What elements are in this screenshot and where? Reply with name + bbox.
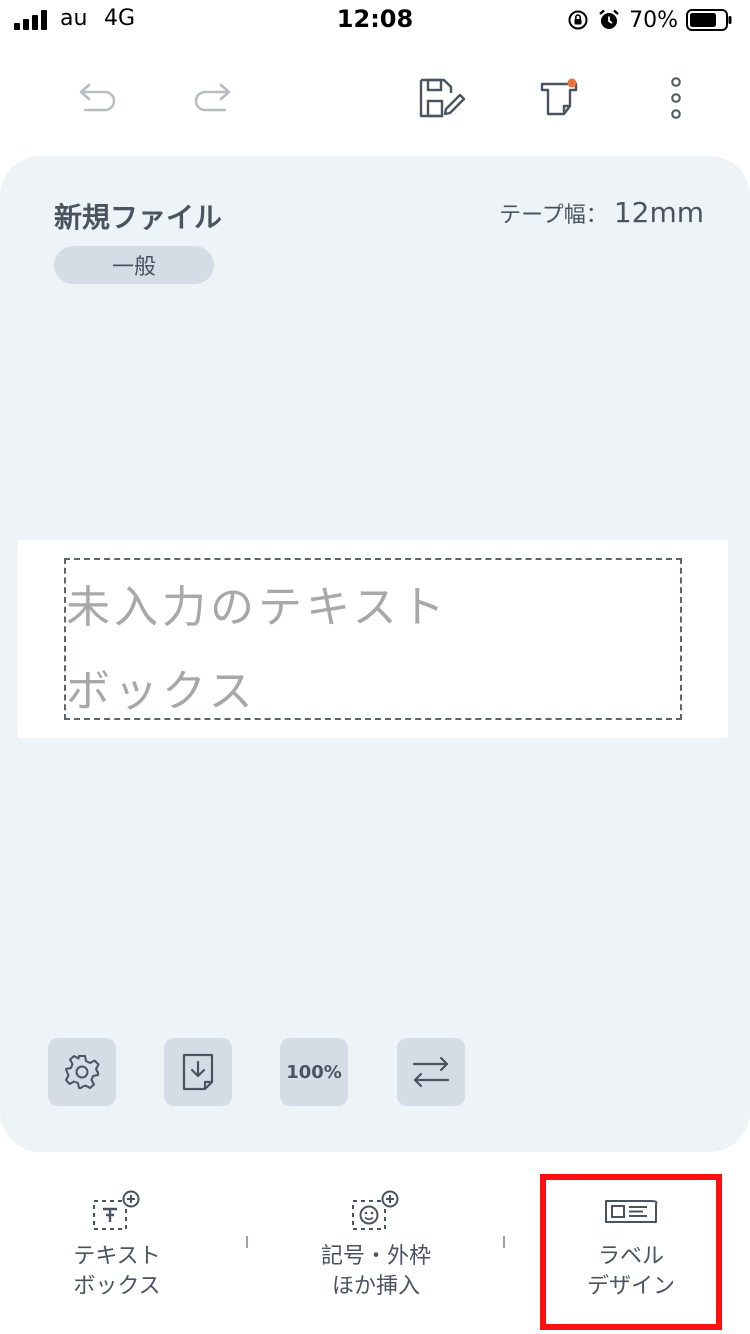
tape-width: テープ幅： 12mm: [499, 196, 704, 229]
status-right: 70%: [567, 6, 732, 34]
redo-button[interactable]: [186, 74, 238, 122]
battery-icon: [686, 9, 732, 31]
insert-symbol-tab[interactable]: 記号・外枠 ほか挿入: [296, 1188, 456, 1318]
more-menu-button[interactable]: [650, 74, 702, 122]
rotation-lock-icon: [568, 10, 588, 30]
settings-button[interactable]: [48, 1038, 116, 1106]
swap-direction-button[interactable]: [397, 1038, 465, 1106]
undo-icon: [79, 83, 116, 112]
insert-text-box-tab[interactable]: テキスト ボックス: [46, 1188, 188, 1318]
print-icon: [540, 78, 578, 116]
label-canvas: 新規ファイル テープ幅： 12mm 一般 未入力のテキストボックス 100%: [0, 156, 750, 1152]
tape-width-value: 12mm: [613, 196, 704, 229]
add-symbol-icon: [352, 1190, 399, 1230]
battery-percentage: 70%: [629, 7, 678, 33]
file-name: 新規ファイル: [54, 201, 223, 234]
text-box-placeholder: 未入力のテキストボックス: [66, 582, 449, 717]
import-document-icon: [182, 1053, 214, 1091]
settings-gear-icon: [65, 1055, 100, 1089]
tab-divider: [246, 1236, 248, 1248]
text-box-object[interactable]: 未入力のテキストボックス: [64, 558, 682, 720]
tape-preview: 未入力のテキストボックス: [18, 540, 728, 738]
status-bar: au 4G 12:08 70%: [0, 0, 750, 40]
insert-symbol-label: 記号・外枠 ほか挿入: [320, 1244, 431, 1299]
zoom-button[interactable]: 100%: [280, 1038, 348, 1106]
tab-divider: [503, 1236, 505, 1248]
save-edit-icon: [419, 78, 466, 118]
more-vertical-icon: [671, 77, 681, 119]
swap-direction-icon: [412, 1056, 450, 1088]
zoom-level-icon: 100%: [286, 1061, 342, 1083]
print-button[interactable]: [534, 74, 586, 122]
insert-text-box-label: テキスト ボックス: [73, 1244, 161, 1299]
save-button[interactable]: [416, 74, 468, 122]
redo-icon: [194, 83, 231, 112]
undo-button[interactable]: [72, 74, 124, 122]
category-badge[interactable]: 一般: [54, 246, 214, 284]
alarm-icon: [599, 9, 619, 29]
add-text-box-icon: [93, 1190, 140, 1230]
highlight-box: [540, 1174, 722, 1330]
import-button[interactable]: [164, 1038, 232, 1106]
tape-width-label: テープ幅：: [499, 203, 608, 228]
